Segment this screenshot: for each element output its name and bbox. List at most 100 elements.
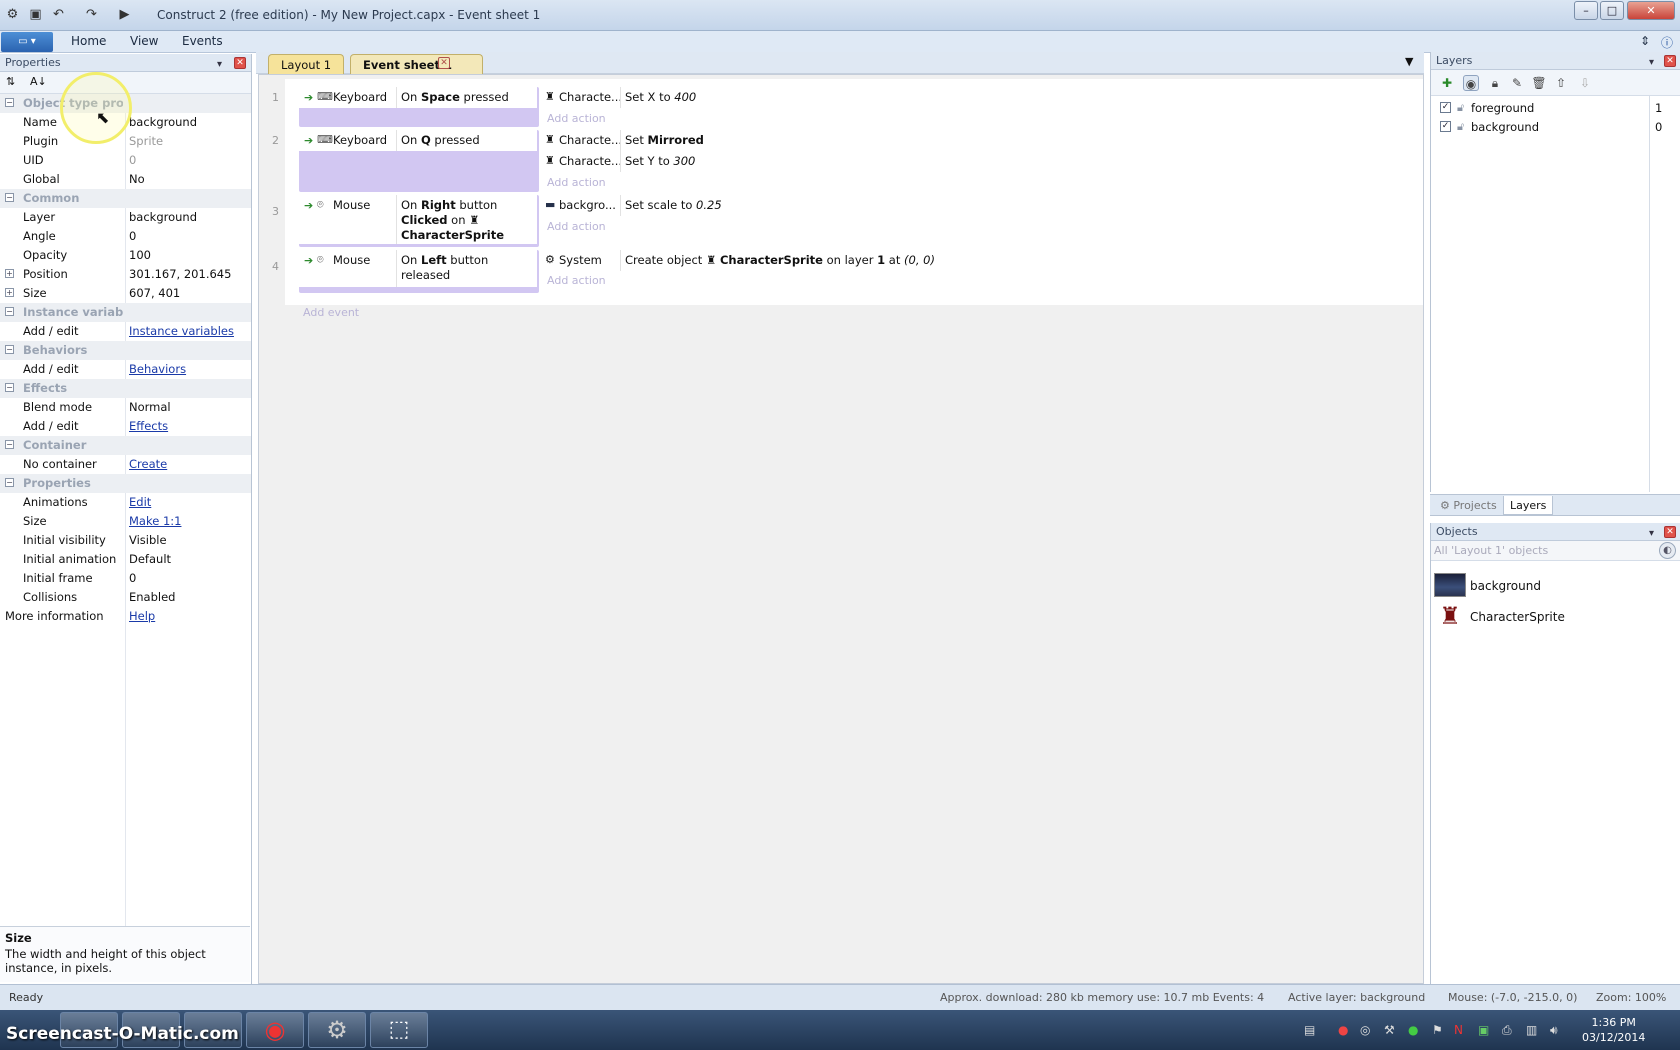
- minimize-button[interactable]: –: [1574, 1, 1598, 20]
- property-row[interactable]: Angle 0: [0, 227, 251, 246]
- event-block-4[interactable]: ➔ ⌾ Mouse On Left button released: [299, 250, 539, 293]
- property-row[interactable]: Global No: [0, 170, 251, 189]
- ribbon-tab-events[interactable]: Events: [182, 34, 223, 48]
- add-action-link[interactable]: Add action: [547, 176, 606, 189]
- close-button[interactable]: ✕: [1627, 1, 1675, 20]
- tray-icon[interactable]: ▤: [1304, 1023, 1315, 1037]
- property-value[interactable]: Sprite: [129, 134, 163, 148]
- property-link[interactable]: Behaviors: [129, 362, 186, 376]
- layer-visible-checkbox[interactable]: ✓: [1440, 121, 1451, 132]
- sort-alpha-icon[interactable]: A↓: [30, 75, 47, 88]
- property-row[interactable]: Initial frame 0: [0, 569, 251, 588]
- printer-icon[interactable]: ⎙: [1502, 1023, 1512, 1038]
- run-icon[interactable]: ▶: [116, 6, 133, 23]
- tray-icon[interactable]: ▣: [1478, 1023, 1489, 1037]
- property-row[interactable]: UID 0: [0, 151, 251, 170]
- unlock-icon[interactable]: 🔓︎: [1457, 120, 1464, 134]
- property-row[interactable]: Add / edit Behaviors: [0, 360, 251, 379]
- event-block-1[interactable]: ➔ ⌨ Keyboard On Space pressed: [299, 87, 539, 127]
- collapse-ribbon-icon[interactable]: ⇕: [1640, 34, 1650, 48]
- tray-icon[interactable]: N: [1454, 1023, 1463, 1037]
- property-value[interactable]: No: [129, 172, 145, 186]
- save-icon[interactable]: ▣: [27, 6, 44, 23]
- action-row[interactable]: ⚙ System Create object ♜ CharacterSprite…: [541, 250, 1423, 271]
- property-value[interactable]: 0: [129, 571, 136, 585]
- close-panel-icon[interactable]: ✕: [234, 57, 246, 69]
- event-block-2[interactable]: ➔ ⌨ Keyboard On Q pressed: [299, 130, 539, 192]
- property-row[interactable]: Initial visibility Visible: [0, 531, 251, 550]
- property-value[interactable]: 301.167, 201.645: [129, 267, 231, 281]
- condition-row[interactable]: ➔ ⌾ Mouse On Right button Clicked on ♜ Cha…: [299, 195, 537, 244]
- property-row[interactable]: Add / edit Effects: [0, 417, 251, 436]
- tab-list-dropdown-icon[interactable]: ▼: [1405, 55, 1413, 68]
- unlock-icon[interactable]: 🔓︎: [1457, 101, 1464, 115]
- filter-options-icon[interactable]: ◐: [1659, 542, 1676, 559]
- property-value[interactable]: 100: [129, 248, 151, 262]
- app-menu-button[interactable]: ▭ ▾: [1, 32, 53, 52]
- property-row[interactable]: Animations Edit: [0, 493, 251, 512]
- property-value[interactable]: 607, 401: [129, 286, 180, 300]
- action-row[interactable]: ▬ backgro... Set scale to 0.25: [541, 195, 1423, 216]
- expand-toggle-icon[interactable]: +: [5, 269, 14, 278]
- action-row[interactable]: ♜ Characte... Set Y to 300: [541, 151, 1423, 172]
- property-link[interactable]: Instance variables: [129, 324, 234, 338]
- property-row[interactable]: Layer background: [0, 208, 251, 227]
- collapse-toggle-icon[interactable]: −: [5, 478, 14, 487]
- property-section[interactable]: − Properties: [0, 474, 251, 493]
- volume-icon[interactable]: 🔊︎: [1550, 1023, 1558, 1038]
- property-section[interactable]: − Effects: [0, 379, 251, 398]
- property-value[interactable]: background: [129, 210, 197, 224]
- screen-capture-icon[interactable]: ⬚: [370, 1012, 428, 1048]
- property-row[interactable]: Add / edit Instance variables: [0, 322, 251, 341]
- add-action-link[interactable]: Add action: [547, 274, 606, 287]
- property-section[interactable]: −Instance variables: [0, 303, 251, 322]
- property-value[interactable]: background: [129, 115, 197, 129]
- property-link[interactable]: Create: [129, 457, 167, 471]
- condition-row[interactable]: ➔ ⌨ Keyboard On Q pressed: [299, 130, 537, 151]
- move-down-icon[interactable]: ⇩: [1577, 75, 1593, 91]
- close-panel-icon[interactable]: ✕: [1664, 55, 1676, 67]
- construct-gear-icon[interactable]: ⚙: [308, 1012, 366, 1048]
- eye-icon[interactable]: ◉: [1463, 75, 1479, 91]
- delete-icon[interactable]: 🗑︎: [1531, 75, 1547, 91]
- close-panel-icon[interactable]: ✕: [1664, 526, 1676, 538]
- property-row[interactable]: Plugin Sprite: [0, 132, 251, 151]
- property-section[interactable]: − Common: [0, 189, 251, 208]
- tab-projects[interactable]: ⚙ Projects: [1434, 496, 1503, 515]
- collapse-toggle-icon[interactable]: −: [5, 193, 14, 202]
- tab-layers[interactable]: Layers: [1503, 496, 1554, 515]
- layer-visible-checkbox[interactable]: ✓: [1440, 102, 1451, 113]
- tray-icon[interactable]: ●: [1408, 1023, 1418, 1037]
- tray-icon[interactable]: ⚒: [1384, 1023, 1395, 1037]
- property-value[interactable]: Enabled: [129, 590, 175, 604]
- pencil-icon[interactable]: ✎: [1509, 75, 1525, 91]
- chrome-icon[interactable]: ◉: [246, 1012, 304, 1048]
- collapse-toggle-icon[interactable]: −: [5, 440, 14, 449]
- maximize-button[interactable]: □: [1600, 1, 1624, 20]
- tray-icon[interactable]: ●: [1338, 1023, 1348, 1037]
- tray-icon[interactable]: ◎: [1360, 1023, 1370, 1037]
- property-link[interactable]: Help: [129, 609, 155, 623]
- property-row[interactable]: No container Create: [0, 455, 251, 474]
- move-up-icon[interactable]: ⇧: [1553, 75, 1569, 91]
- property-link[interactable]: Make 1:1: [129, 514, 181, 528]
- property-row[interactable]: Collisions Enabled: [0, 588, 251, 607]
- layer-row[interactable]: ✓ 🔓︎ background 0: [1431, 118, 1679, 136]
- action-row[interactable]: ♜ Characte... Set Mirrored: [541, 130, 1423, 151]
- property-link[interactable]: Edit: [129, 495, 151, 509]
- network-icon[interactable]: ▥: [1526, 1023, 1537, 1037]
- property-row[interactable]: Blend mode Normal: [0, 398, 251, 417]
- property-row[interactable]: More information Help: [0, 607, 251, 626]
- collapse-toggle-icon[interactable]: −: [5, 307, 14, 316]
- objects-filter-input[interactable]: All 'Layout 1' objects ◐: [1431, 541, 1680, 561]
- property-row[interactable]: + Position 301.167, 201.645: [0, 265, 251, 284]
- property-link[interactable]: Effects: [129, 419, 168, 433]
- property-row[interactable]: Opacity 100: [0, 246, 251, 265]
- property-section[interactable]: − Behaviors: [0, 341, 251, 360]
- categorized-icon[interactable]: ⇅: [6, 75, 15, 88]
- action-row[interactable]: ♜ Characte... Set X to 400: [541, 87, 1423, 108]
- event-block-3[interactable]: ➔ ⌾ Mouse On Right button Clicked on ♜ Cha…: [299, 195, 539, 247]
- add-event-link[interactable]: Add event: [303, 306, 359, 319]
- close-tab-icon[interactable]: ✕: [438, 57, 450, 69]
- lock-icon[interactable]: 🔒︎: [1487, 75, 1503, 91]
